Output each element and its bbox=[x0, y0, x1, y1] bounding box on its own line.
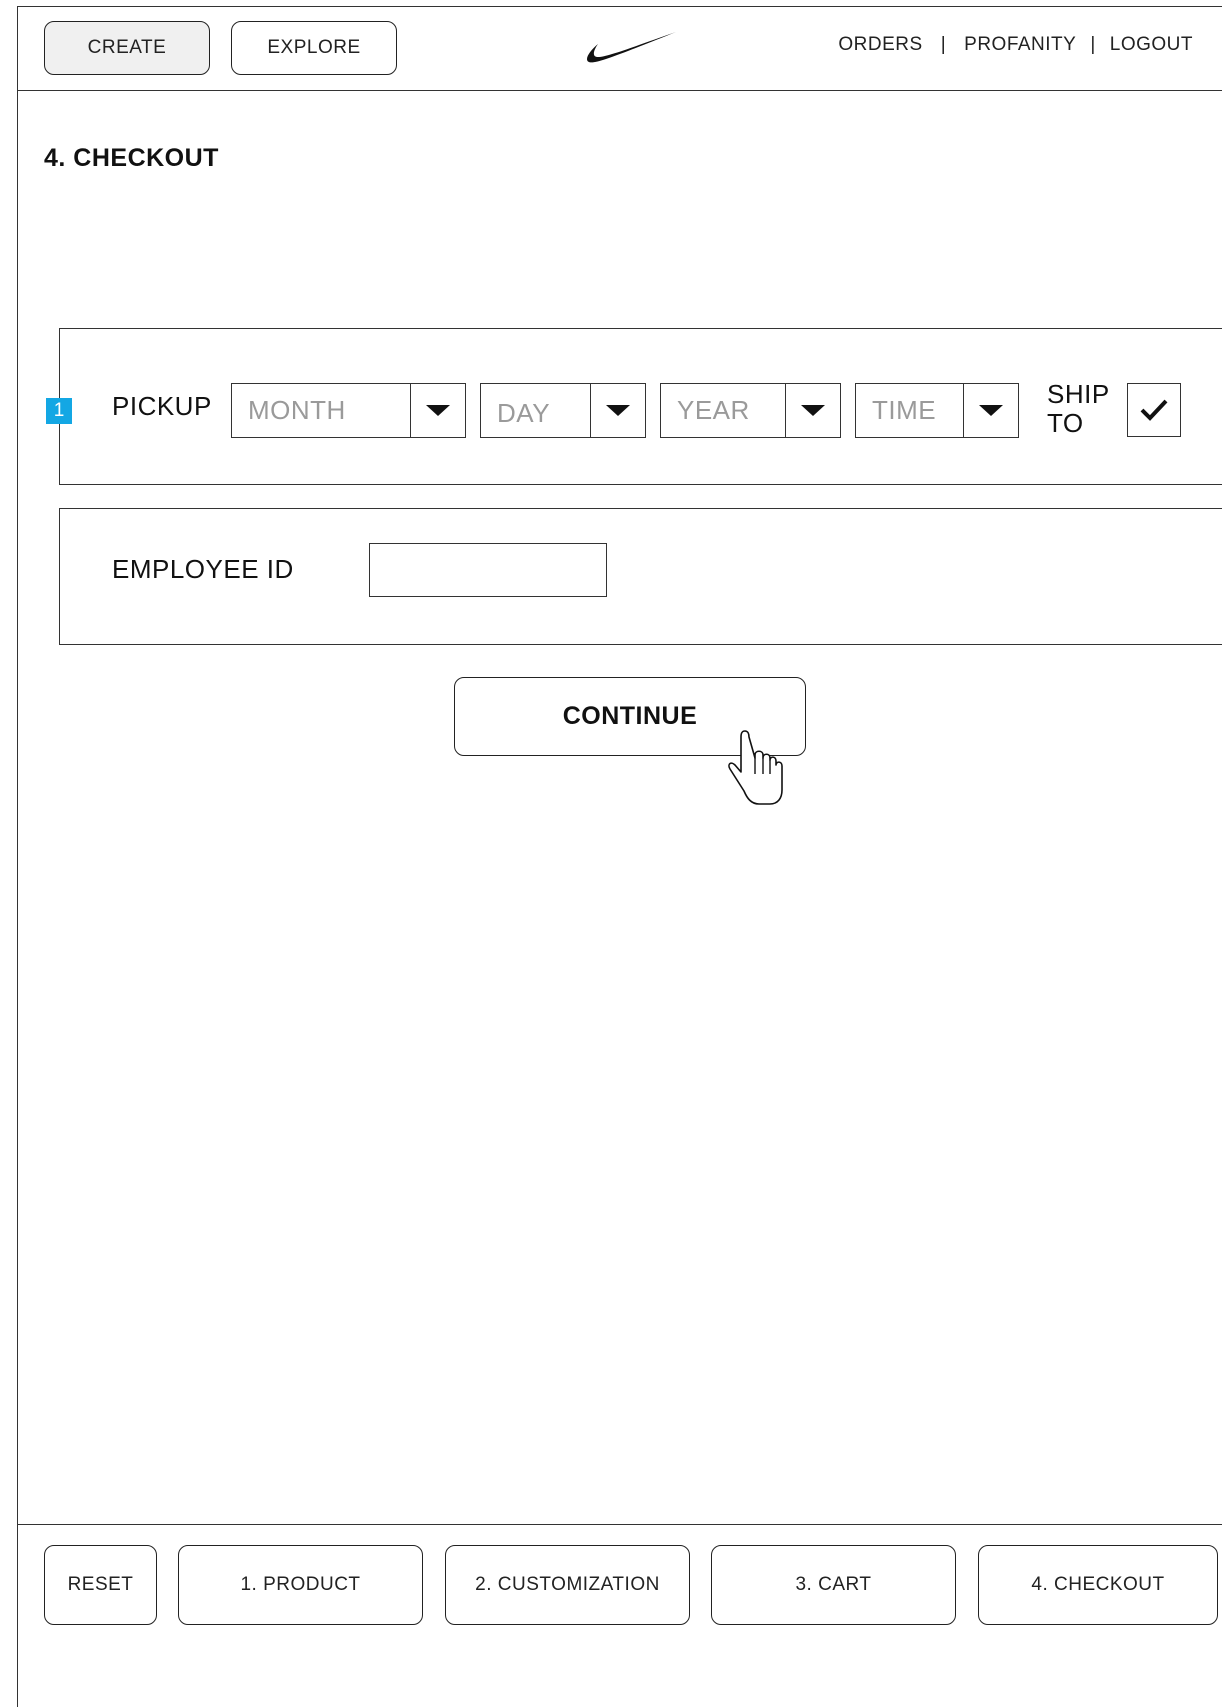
step-product-button[interactable]: 1. PRODUCT bbox=[178, 1545, 423, 1625]
ship-to-label-line2: TO bbox=[1047, 408, 1084, 438]
step-cart-button[interactable]: 3. CART bbox=[711, 1545, 956, 1625]
day-select-value: DAY bbox=[481, 384, 591, 437]
pickup-label: PICKUP bbox=[112, 391, 212, 421]
logout-link[interactable]: LOGOUT bbox=[1110, 34, 1193, 56]
step-customization-button[interactable]: 2. CUSTOMIZATION bbox=[445, 1545, 690, 1625]
page-title: 4. CHECKOUT bbox=[44, 144, 219, 172]
chevron-down-icon[interactable] bbox=[786, 384, 840, 437]
app-frame bbox=[17, 6, 1222, 1707]
nav-separator: | bbox=[940, 34, 947, 55]
day-select[interactable]: DAY bbox=[480, 383, 646, 438]
ship-to-checkbox[interactable] bbox=[1127, 383, 1181, 437]
employee-id-input[interactable] bbox=[369, 543, 607, 597]
nike-swoosh-icon[interactable] bbox=[586, 30, 678, 68]
time-select[interactable]: TIME bbox=[855, 383, 1019, 438]
ship-to-label-line1: SHIP bbox=[1047, 379, 1110, 409]
month-select-value: MONTH bbox=[232, 384, 411, 437]
year-select[interactable]: YEAR bbox=[660, 383, 841, 438]
chevron-down-icon[interactable] bbox=[591, 384, 645, 437]
step-checkout-button[interactable]: 4. CHECKOUT bbox=[978, 1545, 1218, 1625]
chevron-down-icon[interactable] bbox=[964, 384, 1018, 437]
employee-id-label: EMPLOYEE ID bbox=[112, 554, 294, 584]
tab-explore[interactable]: EXPLORE bbox=[231, 21, 397, 75]
bottom-nav-divider bbox=[17, 1524, 1222, 1525]
user-nav: ORDERS | PROFANITY | LOGOUT bbox=[838, 34, 1193, 56]
checkmark-icon bbox=[1140, 399, 1168, 421]
tab-create[interactable]: CREATE bbox=[44, 21, 210, 75]
hand-pointer-icon bbox=[728, 730, 783, 805]
reset-button[interactable]: RESET bbox=[44, 1545, 157, 1625]
step-badge: 1 bbox=[46, 398, 72, 424]
nav-separator: | bbox=[1090, 34, 1096, 55]
year-select-value: YEAR bbox=[661, 384, 786, 437]
orders-link[interactable]: ORDERS bbox=[838, 34, 922, 56]
month-select[interactable]: MONTH bbox=[231, 383, 466, 438]
ship-to-label: SHIP TO bbox=[1047, 380, 1110, 438]
time-select-value: TIME bbox=[856, 384, 964, 437]
profanity-link[interactable]: PROFANITY bbox=[964, 34, 1076, 56]
chevron-down-icon[interactable] bbox=[411, 384, 465, 437]
